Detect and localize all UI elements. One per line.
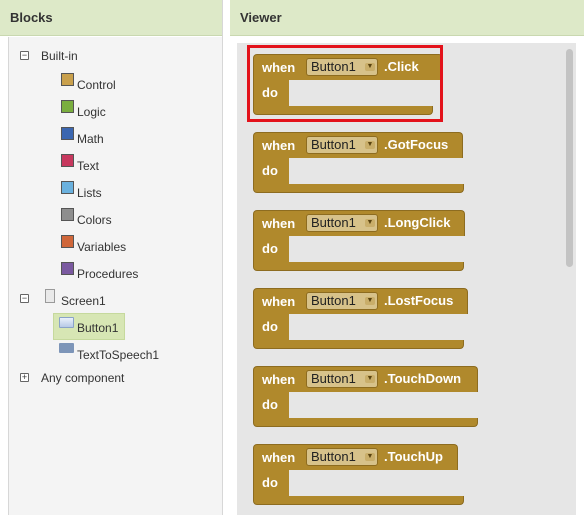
block-notch (289, 158, 301, 166)
block-footer (253, 262, 464, 271)
component-dropdown[interactable]: Button1 ▼ (306, 370, 378, 388)
button1-label: Button1 (77, 321, 119, 335)
when-keyword: when (262, 372, 296, 387)
do-keyword: do (262, 475, 278, 490)
dropdown-arrow-icon[interactable]: ▼ (365, 453, 375, 461)
blocks-panel-title: Blocks (0, 0, 222, 36)
event-block-touchdown[interactable]: when Button1 ▼ .TouchDown do (253, 366, 478, 428)
event-block-lostfocus[interactable]: when Button1 ▼ .LostFocus do (253, 288, 468, 350)
event-block-longclick[interactable]: when Button1 ▼ .LongClick do (253, 210, 465, 272)
speech-bubble-icon (59, 343, 74, 353)
any-component-label: Any component (41, 371, 125, 385)
component-dropdown[interactable]: Button1 ▼ (306, 214, 378, 232)
texttospeech1-label: TextToSpeech1 (77, 348, 160, 362)
component-dropdown[interactable]: Button1 ▼ (306, 448, 378, 466)
block-notch (289, 236, 301, 244)
lists-swatch-icon (61, 181, 74, 194)
procedures-swatch-icon (61, 262, 74, 275)
screen-icon (45, 289, 55, 303)
block-footer (253, 184, 464, 193)
component-dropdown[interactable]: Button1 ▼ (306, 292, 378, 310)
event-name: .LostFocus (384, 293, 454, 308)
viewer-title: Viewer (230, 0, 584, 36)
collapse-icon[interactable]: − (20, 51, 29, 60)
when-keyword: when (262, 216, 296, 231)
builtin-item-label: Procedures (77, 267, 139, 281)
dropdown-arrow-icon[interactable]: ▼ (365, 141, 375, 149)
builtin-item-label: Variables (77, 240, 127, 254)
builtin-item-label: Lists (77, 186, 102, 200)
block-notch (289, 470, 301, 478)
dropdown-arrow-icon[interactable]: ▼ (365, 297, 375, 305)
dropdown-arrow-icon[interactable]: ▼ (365, 219, 375, 227)
component-name: Button1 (311, 215, 356, 230)
button-icon (59, 317, 74, 328)
component-name: Button1 (311, 449, 356, 464)
variables-swatch-icon (61, 235, 74, 248)
builtin-item-label: Logic (77, 105, 106, 119)
do-keyword: do (262, 397, 278, 412)
when-keyword: when (262, 294, 296, 309)
do-keyword: do (262, 241, 278, 256)
block-footer (253, 340, 464, 349)
screen1-label: Screen1 (61, 294, 106, 308)
vertical-scrollbar[interactable] (566, 49, 573, 267)
event-block-gotfocus[interactable]: when Button1 ▼ .GotFocus do (253, 132, 465, 194)
event-name: .TouchUp (384, 449, 443, 464)
block-footer (253, 496, 464, 505)
builtin-item-label: Math (77, 132, 104, 146)
component-dropdown[interactable]: Button1 ▼ (306, 136, 378, 154)
when-keyword: when (262, 138, 296, 153)
builtin-item-label: Text (77, 159, 100, 173)
component-name: Button1 (311, 293, 356, 308)
do-keyword: do (262, 319, 278, 334)
block-footer (253, 418, 478, 427)
colors-swatch-icon (61, 208, 74, 221)
event-name: .GotFocus (384, 137, 449, 152)
logic-swatch-icon (61, 100, 74, 113)
do-keyword: do (262, 163, 278, 178)
highlight-box (247, 45, 443, 122)
component-name: Button1 (311, 371, 356, 386)
expand-icon[interactable]: + (20, 373, 29, 382)
builtin-item-label: Control (77, 78, 116, 92)
collapse-icon[interactable]: − (20, 294, 29, 303)
math-swatch-icon (61, 127, 74, 140)
event-name: .LongClick (384, 215, 451, 230)
block-notch (289, 314, 301, 322)
block-notch (289, 392, 301, 400)
text-swatch-icon (61, 154, 74, 167)
event-name: .TouchDown (384, 371, 462, 386)
when-keyword: when (262, 450, 296, 465)
builtin-label[interactable]: Built-in (41, 49, 78, 63)
component-name: Button1 (311, 137, 356, 152)
event-block-touchup[interactable]: when Button1 ▼ .TouchUp do (253, 444, 464, 506)
control-swatch-icon (61, 73, 74, 86)
dropdown-arrow-icon[interactable]: ▼ (365, 375, 375, 383)
builtin-item-label: Colors (77, 213, 112, 227)
